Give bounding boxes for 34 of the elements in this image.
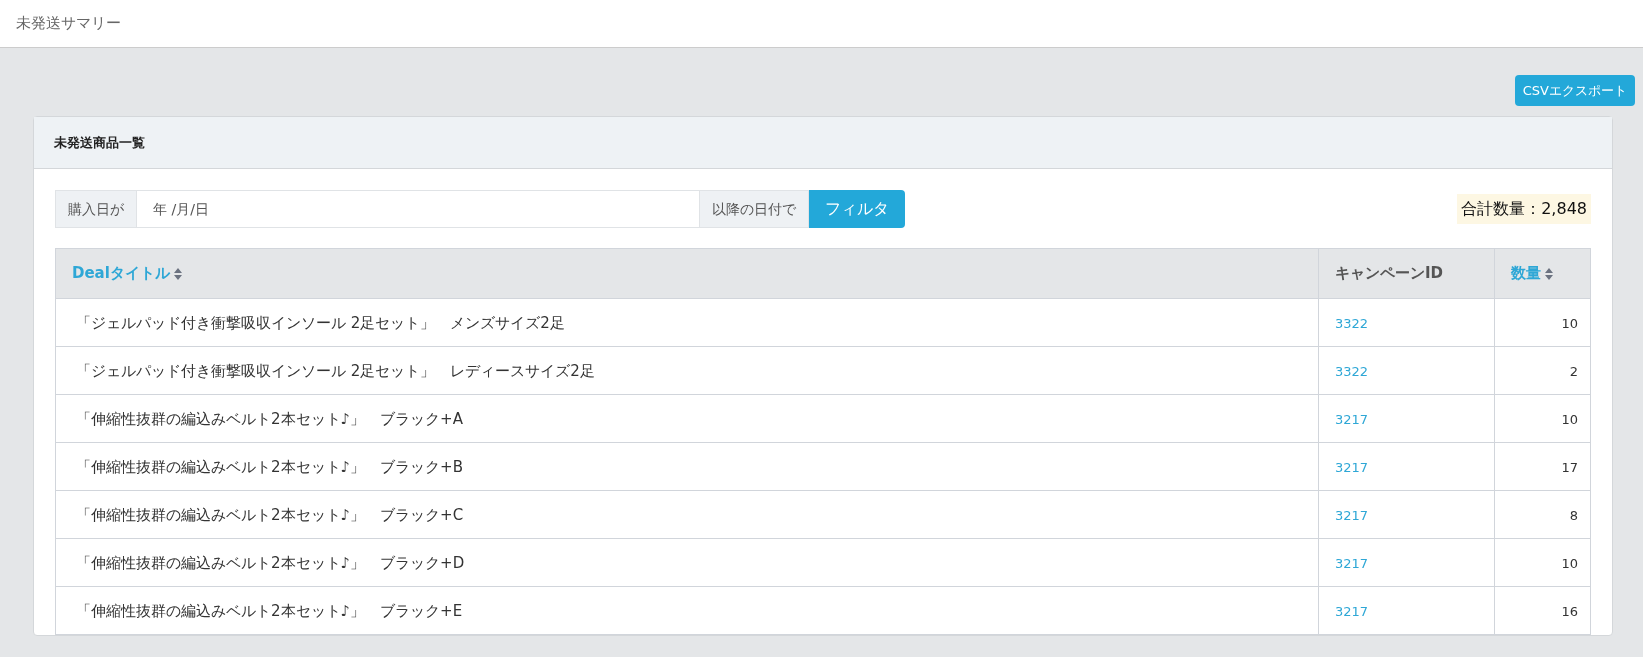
deal-title: 「伸縮性抜群の編込みベルト2本セット♪」 ブラック+D	[76, 553, 465, 572]
deal-title: 「伸縮性抜群の編込みベルト2本セット♪」 ブラック+A	[76, 409, 463, 428]
campaign-link[interactable]: 3322	[1335, 363, 1369, 379]
quantity: 10	[1561, 411, 1578, 427]
campaign-link[interactable]: 3217	[1335, 411, 1369, 427]
total-quantity: 合計数量：2,848	[1457, 194, 1591, 224]
quantity: 10	[1561, 315, 1578, 331]
filter-button[interactable]: フィルタ	[809, 190, 905, 228]
sort-link[interactable]: 数量	[1511, 262, 1541, 285]
sort-icon	[173, 267, 182, 280]
quantity: 8	[1569, 507, 1578, 523]
filter-suffix: 以降の日付で	[699, 190, 809, 228]
deal-title: 「伸縮性抜群の編込みベルト2本セット♪」 ブラック+B	[76, 457, 463, 476]
quantity: 2	[1569, 363, 1578, 379]
campaign-link[interactable]: 3217	[1335, 459, 1369, 475]
campaign-link[interactable]: 3217	[1335, 555, 1369, 571]
quantity: 10	[1561, 555, 1578, 571]
sort-icon	[1545, 267, 1553, 280]
page-title: 未発送サマリー	[16, 13, 121, 35]
campaign-link[interactable]: 3322	[1335, 315, 1369, 331]
deal-title: 「伸縮性抜群の編込みベルト2本セット♪」 ブラック+E	[76, 601, 463, 620]
deal-title: 「ジェルパッド付き衝撃吸収インソール 2足セット」 レディースサイズ2足	[76, 361, 595, 380]
export-button[interactable]: CSVエクスポート	[1514, 75, 1635, 106]
deal-title: 「ジェルパッド付き衝撃吸収インソール 2足セット」 メンズサイズ2足	[76, 313, 565, 332]
card-title: 未発送商品一覧	[54, 133, 145, 152]
campaign-link[interactable]: 3217	[1335, 507, 1369, 523]
deal-title: 「伸縮性抜群の編込みベルト2本セット♪」 ブラック+C	[76, 505, 464, 524]
quantity: 16	[1561, 603, 1578, 619]
quantity: 17	[1561, 459, 1578, 475]
sort-link[interactable]: Dealタイトル	[72, 262, 170, 285]
date-field[interactable]: 年 /月/日	[137, 190, 699, 228]
filter-prefix: 購入日が	[55, 190, 137, 228]
column-header: キャンペーンID	[1335, 264, 1444, 283]
campaign-link[interactable]: 3217	[1335, 603, 1369, 619]
